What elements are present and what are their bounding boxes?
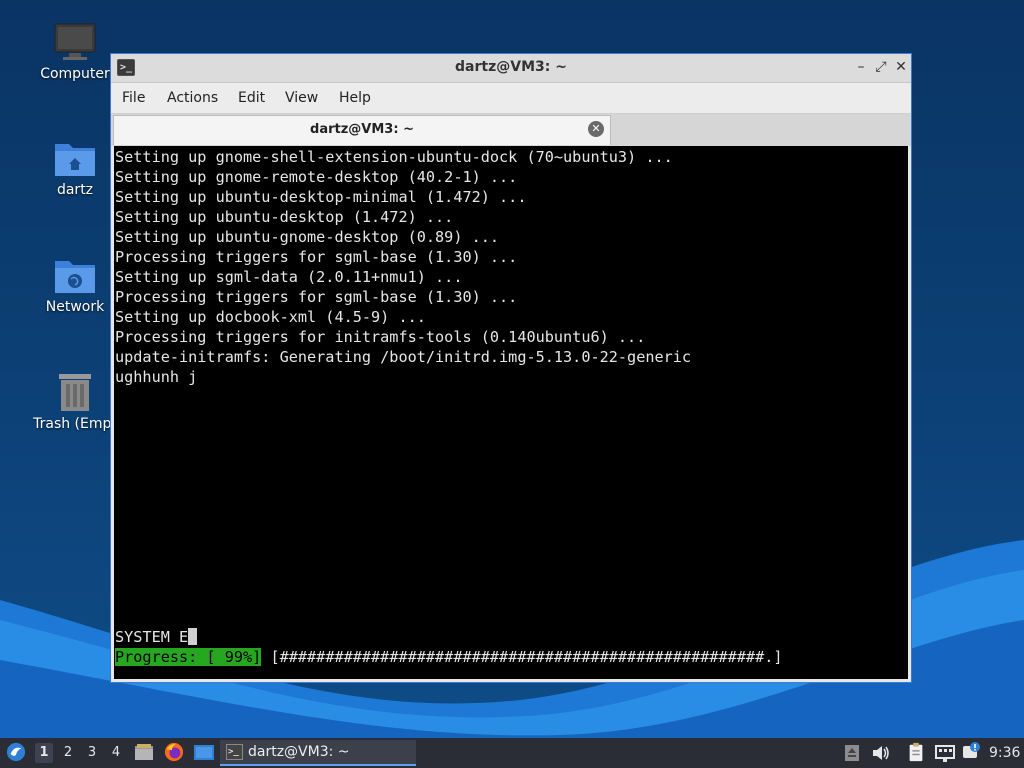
maximize-button[interactable]: ⤢ xyxy=(873,59,889,75)
terminal-line: update-initramfs: Generating /boot/initr… xyxy=(115,348,692,366)
desktop-icon-label: Computer xyxy=(40,66,110,82)
terminal-window: >_ dartz@VM3: ~ – ⤢ ✕ File Actions Edit … xyxy=(110,53,912,683)
volume-icon[interactable] xyxy=(871,743,891,763)
workspace-4[interactable]: 4 xyxy=(107,743,125,763)
terminal-line: Processing triggers for initramfs-tools … xyxy=(115,328,646,346)
terminal-input-text: SYSTEM E xyxy=(115,628,189,646)
desktop-icon-label: dartz xyxy=(56,182,94,198)
terminal-line: Setting up gnome-shell-extension-ubuntu-… xyxy=(115,148,673,166)
network-icon[interactable] xyxy=(934,743,956,763)
firefox-icon[interactable] xyxy=(163,742,185,762)
start-menu-icon[interactable] xyxy=(5,742,27,762)
desktop-icon-label: Network xyxy=(45,299,105,315)
terminal-output[interactable]: Setting up gnome-shell-extension-ubuntu-… xyxy=(114,146,908,679)
terminal-line: Setting up ubuntu-gnome-desktop (0.89) .… xyxy=(115,228,500,246)
workspace-1[interactable]: 1 xyxy=(35,743,53,763)
terminal-line: Setting up ubuntu-desktop (1.472) ... xyxy=(115,208,454,226)
text-cursor xyxy=(188,628,198,645)
taskbar-window-label: dartz@VM3: ~ xyxy=(248,744,350,760)
terminal-icon: >_ xyxy=(226,744,243,760)
terminal-line: ughhunh j xyxy=(115,368,198,386)
terminal-line: Setting up ubuntu-desktop-minimal (1.472… xyxy=(115,188,527,206)
menu-help[interactable]: Help xyxy=(339,90,371,106)
progress-label: Progress: [ 99%] xyxy=(115,648,262,666)
terminal-line: Setting up docbook-xml (4.5-9) ... xyxy=(115,308,426,326)
progress-line: Progress: [ 99%] [######################… xyxy=(115,647,783,667)
clock[interactable]: 9:36 xyxy=(989,743,1020,763)
tab-terminal[interactable]: dartz@VM3: ~ ✕ xyxy=(113,115,611,145)
network-folder-icon xyxy=(55,261,95,293)
menu-view[interactable]: View xyxy=(285,90,318,106)
terminal-line: Setting up sgml-data (2.0.11+nmu1) ... xyxy=(115,268,463,286)
desktop-icon[interactable] xyxy=(193,743,215,763)
computer-icon xyxy=(54,23,96,60)
terminal-line: Processing triggers for sgml-base (1.30)… xyxy=(115,288,518,306)
update-icon[interactable] xyxy=(843,743,861,763)
minimize-button[interactable]: – xyxy=(853,59,869,75)
clipboard-icon[interactable] xyxy=(906,742,926,762)
tab-bar: dartz@VM3: ~ ✕ xyxy=(111,113,911,146)
terminal-line: Setting up gnome-remote-desktop (40.2-1)… xyxy=(115,168,518,186)
tab-close-icon[interactable]: ✕ xyxy=(588,121,604,137)
menu-bar: File Actions Edit View Help xyxy=(111,83,911,113)
window-titlebar[interactable]: >_ dartz@VM3: ~ – ⤢ ✕ xyxy=(111,54,911,83)
taskbar-window-button[interactable]: >_ dartz@VM3: ~ xyxy=(220,740,416,766)
close-button[interactable]: ✕ xyxy=(893,59,909,75)
desktop-icon-label: Trash (Empt xyxy=(33,416,117,432)
terminal-input-line[interactable]: SYSTEM E xyxy=(115,627,198,647)
progress-bar: [#######################################… xyxy=(261,648,783,666)
workspace-2[interactable]: 2 xyxy=(59,743,77,763)
terminal-line: Processing triggers for sgml-base (1.30)… xyxy=(115,248,518,266)
menu-actions[interactable]: Actions xyxy=(167,90,218,106)
taskbar: 1 2 3 4 >_ dartz@VM3: ~ 9:36 xyxy=(0,738,1024,768)
home-folder-icon xyxy=(55,144,95,176)
window-title: dartz@VM3: ~ xyxy=(455,59,567,75)
trash-icon xyxy=(59,374,91,411)
file-manager-icon[interactable] xyxy=(134,742,154,762)
workspace-3[interactable]: 3 xyxy=(83,743,101,763)
menu-file[interactable]: File xyxy=(122,90,145,106)
notification-icon[interactable] xyxy=(961,742,981,762)
tab-label: dartz@VM3: ~ xyxy=(310,122,414,137)
menu-edit[interactable]: Edit xyxy=(238,90,265,106)
